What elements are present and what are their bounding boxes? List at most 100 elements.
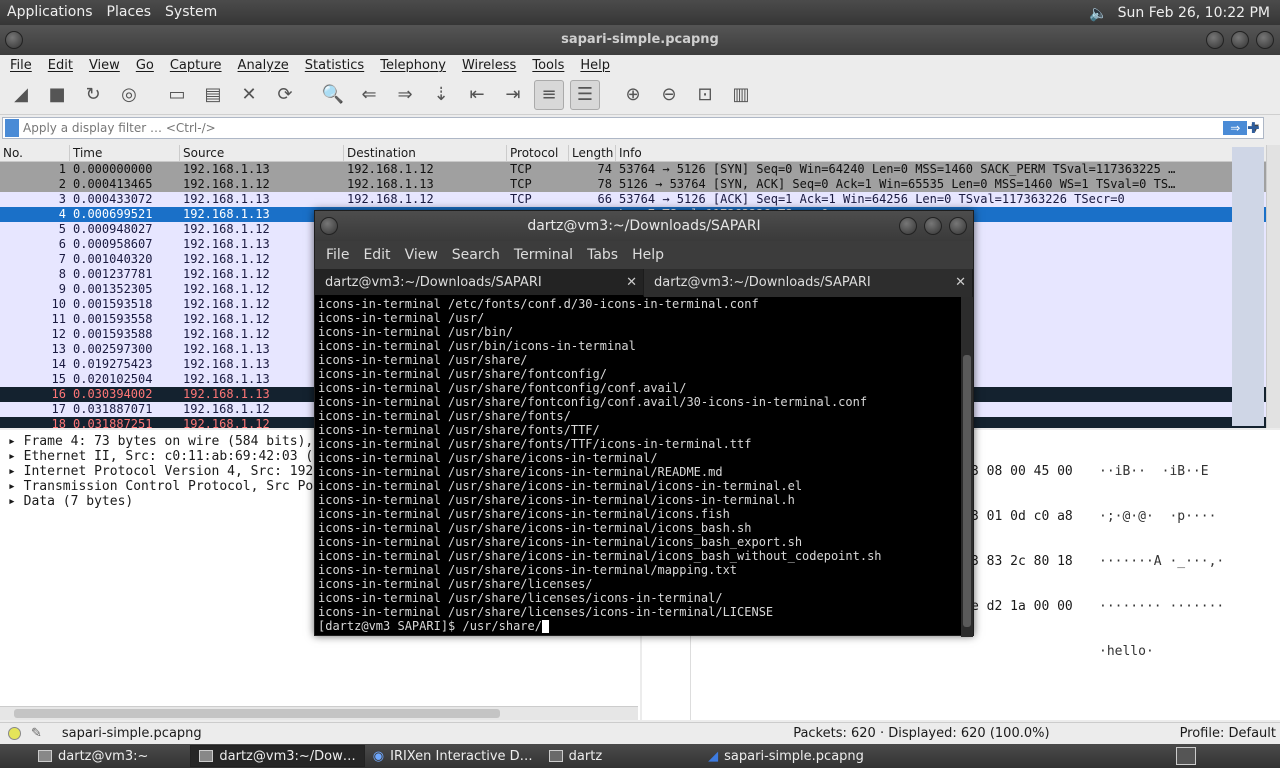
cell-time: 0.000958607: [73, 237, 153, 251]
last-packet-icon[interactable]: ⇥: [498, 80, 528, 110]
terminal-tab-2[interactable]: dartz@vm3:~/Downloads/SAPARI ✕: [644, 269, 973, 297]
window-menu-icon[interactable]: [5, 31, 23, 49]
panel-clock[interactable]: Sun Feb 26, 10:22 PM: [1118, 5, 1270, 21]
terminal-line: icons-in-terminal /usr/share/fontconfig/: [318, 367, 607, 381]
tab-close-icon[interactable]: ✕: [955, 269, 966, 297]
bytes-ascii-column: ··iB·· ·iB··E ·;·@·@· ·p···· ·······A ·_…: [1099, 434, 1224, 689]
table-row[interactable]: 2 0.000413465 192.168.1.12 192.168.1.13 TCP 7…: [0, 177, 1280, 192]
tab-close-icon[interactable]: ✕: [626, 269, 637, 297]
cell-no: 10: [51, 297, 66, 311]
capture-options-icon[interactable]: ◎: [114, 80, 144, 110]
wireshark-title: sapari-simple.pcapng: [561, 32, 719, 47]
stop-capture-icon[interactable]: ■: [42, 80, 72, 110]
menu-telephony[interactable]: Telephony: [372, 58, 454, 73]
open-file-icon[interactable]: ▭: [162, 80, 192, 110]
task-irixen[interactable]: ◉ IRIXen Interactive D…: [365, 745, 541, 767]
maximize-icon[interactable]: [1231, 31, 1249, 49]
terminal-menu-file[interactable]: File: [319, 247, 356, 263]
terminal-maximize-icon[interactable]: [924, 217, 942, 235]
add-filter-button-icon[interactable]: ✚: [1247, 119, 1260, 137]
start-capture-icon[interactable]: ◢: [6, 80, 36, 110]
cell-no: 15: [51, 372, 66, 386]
task-dartz[interactable]: dartz: [541, 745, 610, 767]
table-row[interactable]: 3 0.000433072 192.168.1.13 192.168.1.12 TCP 6…: [0, 192, 1280, 207]
go-to-packet-icon[interactable]: ⇣: [426, 80, 456, 110]
terminal-menu-tabs[interactable]: Tabs: [580, 247, 625, 263]
col-destination[interactable]: Destination: [344, 145, 507, 161]
menu-capture[interactable]: Capture: [162, 58, 230, 73]
terminal-prompt: [dartz@vm3 SAPARI]$ /usr/share/: [318, 619, 542, 633]
save-file-icon[interactable]: ▤: [198, 80, 228, 110]
zoom-in-icon[interactable]: ⊕: [618, 80, 648, 110]
first-packet-icon[interactable]: ⇤: [462, 80, 492, 110]
col-protocol[interactable]: Protocol: [507, 145, 569, 161]
terminal-titlebar[interactable]: dartz@vm3:~/Downloads/SAPARI: [315, 211, 973, 241]
terminal-menu-view[interactable]: View: [398, 247, 445, 263]
detail-frame-text: Frame 4: 73 bytes on wire (584 bits),: [23, 434, 314, 449]
terminal-line: icons-in-terminal /usr/share/licenses/ic…: [318, 591, 723, 605]
normal-size-icon[interactable]: ⊡: [690, 80, 720, 110]
speaker-icon[interactable]: 🔈: [1089, 4, 1108, 22]
menu-wireless[interactable]: Wireless: [454, 58, 524, 73]
resize-columns-icon[interactable]: ▥: [726, 80, 756, 110]
terminal-close-icon[interactable]: [949, 217, 967, 235]
cell-len: 74: [597, 162, 612, 176]
task-terminal-downloads[interactable]: dartz@vm3:~/Dow…: [190, 745, 365, 767]
terminal-window-menu-icon[interactable]: [320, 217, 338, 235]
cell-time: 0.000000000: [73, 162, 153, 176]
col-no[interactable]: No.: [0, 145, 70, 161]
terminal-prompt-line[interactable]: [dartz@vm3 SAPARI]$ /usr/share/: [318, 619, 959, 633]
restart-capture-icon[interactable]: ↻: [78, 80, 108, 110]
show-desktop-icon[interactable]: [1176, 747, 1196, 765]
terminal-line: icons-in-terminal /usr/bin/icons-in-term…: [318, 339, 636, 353]
terminal-scrollbar[interactable]: [961, 297, 973, 637]
go-forward-icon[interactable]: ⇒: [390, 80, 420, 110]
terminal-menu-help[interactable]: Help: [625, 247, 671, 263]
close-icon[interactable]: [1256, 31, 1274, 49]
display-filter-bar[interactable]: Apply a display filter … <Ctrl-/> ⇒ ▼: [2, 117, 1264, 139]
terminal-tab-1[interactable]: dartz@vm3:~/Downloads/SAPARI ✕: [315, 269, 644, 297]
task-wireshark[interactable]: ◢ sapari-simple.pcapng: [700, 745, 872, 767]
menu-view[interactable]: View: [81, 58, 128, 73]
col-time[interactable]: Time: [70, 145, 180, 161]
close-file-icon[interactable]: ✕: [234, 80, 264, 110]
menu-help[interactable]: Help: [572, 58, 618, 73]
autoscroll-icon[interactable]: ≡: [534, 79, 564, 110]
zoom-out-icon[interactable]: ⊖: [654, 80, 684, 110]
menu-edit[interactable]: Edit: [40, 58, 81, 73]
menu-file[interactable]: File: [2, 58, 40, 73]
minimize-icon[interactable]: [1206, 31, 1224, 49]
bookmark-icon[interactable]: [5, 119, 19, 137]
find-packet-icon[interactable]: 🔍: [318, 80, 348, 110]
panel-menu-system[interactable]: System: [158, 0, 224, 25]
display-filter-input[interactable]: Apply a display filter … <Ctrl-/>: [19, 121, 216, 135]
menu-go[interactable]: Go: [128, 58, 162, 73]
terminal-menu-search[interactable]: Search: [445, 247, 507, 263]
colorize-icon[interactable]: ☰: [570, 79, 600, 110]
capture-comment-icon[interactable]: ✎: [31, 726, 42, 741]
menu-tools[interactable]: Tools: [524, 58, 572, 73]
terminal-menu-edit[interactable]: Edit: [356, 247, 397, 263]
expert-info-icon[interactable]: [8, 727, 21, 740]
packet-list-scrollbar[interactable]: [1266, 145, 1280, 428]
go-back-icon[interactable]: ⇐: [354, 80, 384, 110]
panel-menu-places[interactable]: Places: [100, 0, 159, 25]
panel-menu-applications[interactable]: Applications: [0, 0, 100, 25]
reload-file-icon[interactable]: ⟳: [270, 80, 300, 110]
task-terminal-home[interactable]: dartz@vm3:~: [30, 745, 156, 767]
bytes-ascii-line: ·······A ·_···,·: [1099, 554, 1225, 569]
menu-statistics[interactable]: Statistics: [297, 58, 372, 73]
col-source[interactable]: Source: [180, 145, 344, 161]
terminal-output[interactable]: icons-in-terminal /etc/fonts/conf.d/30-i…: [315, 297, 959, 637]
table-row[interactable]: 1 0.000000000 192.168.1.13 192.168.1.12 TCP 7…: [0, 162, 1280, 177]
terminal-window[interactable]: dartz@vm3:~/Downloads/SAPARI File Edit V…: [314, 210, 974, 637]
terminal-minimize-icon[interactable]: [899, 217, 917, 235]
status-profile[interactable]: Profile: Default: [1180, 726, 1276, 741]
col-info[interactable]: Info: [616, 145, 1280, 161]
terminal-menu-terminal[interactable]: Terminal: [507, 247, 580, 263]
apply-filter-icon[interactable]: ⇒: [1223, 121, 1248, 135]
wireshark-toolbar: ◢ ■ ↻ ◎ ▭ ▤ ✕ ⟳ 🔍 ⇐ ⇒ ⇣ ⇤ ⇥ ≡ ☰ ⊕ ⊖ ⊡ ▥: [0, 75, 1280, 115]
col-length[interactable]: Length: [569, 145, 616, 161]
details-hscrollbar[interactable]: [0, 706, 638, 720]
menu-analyze[interactable]: Analyze: [230, 58, 297, 73]
